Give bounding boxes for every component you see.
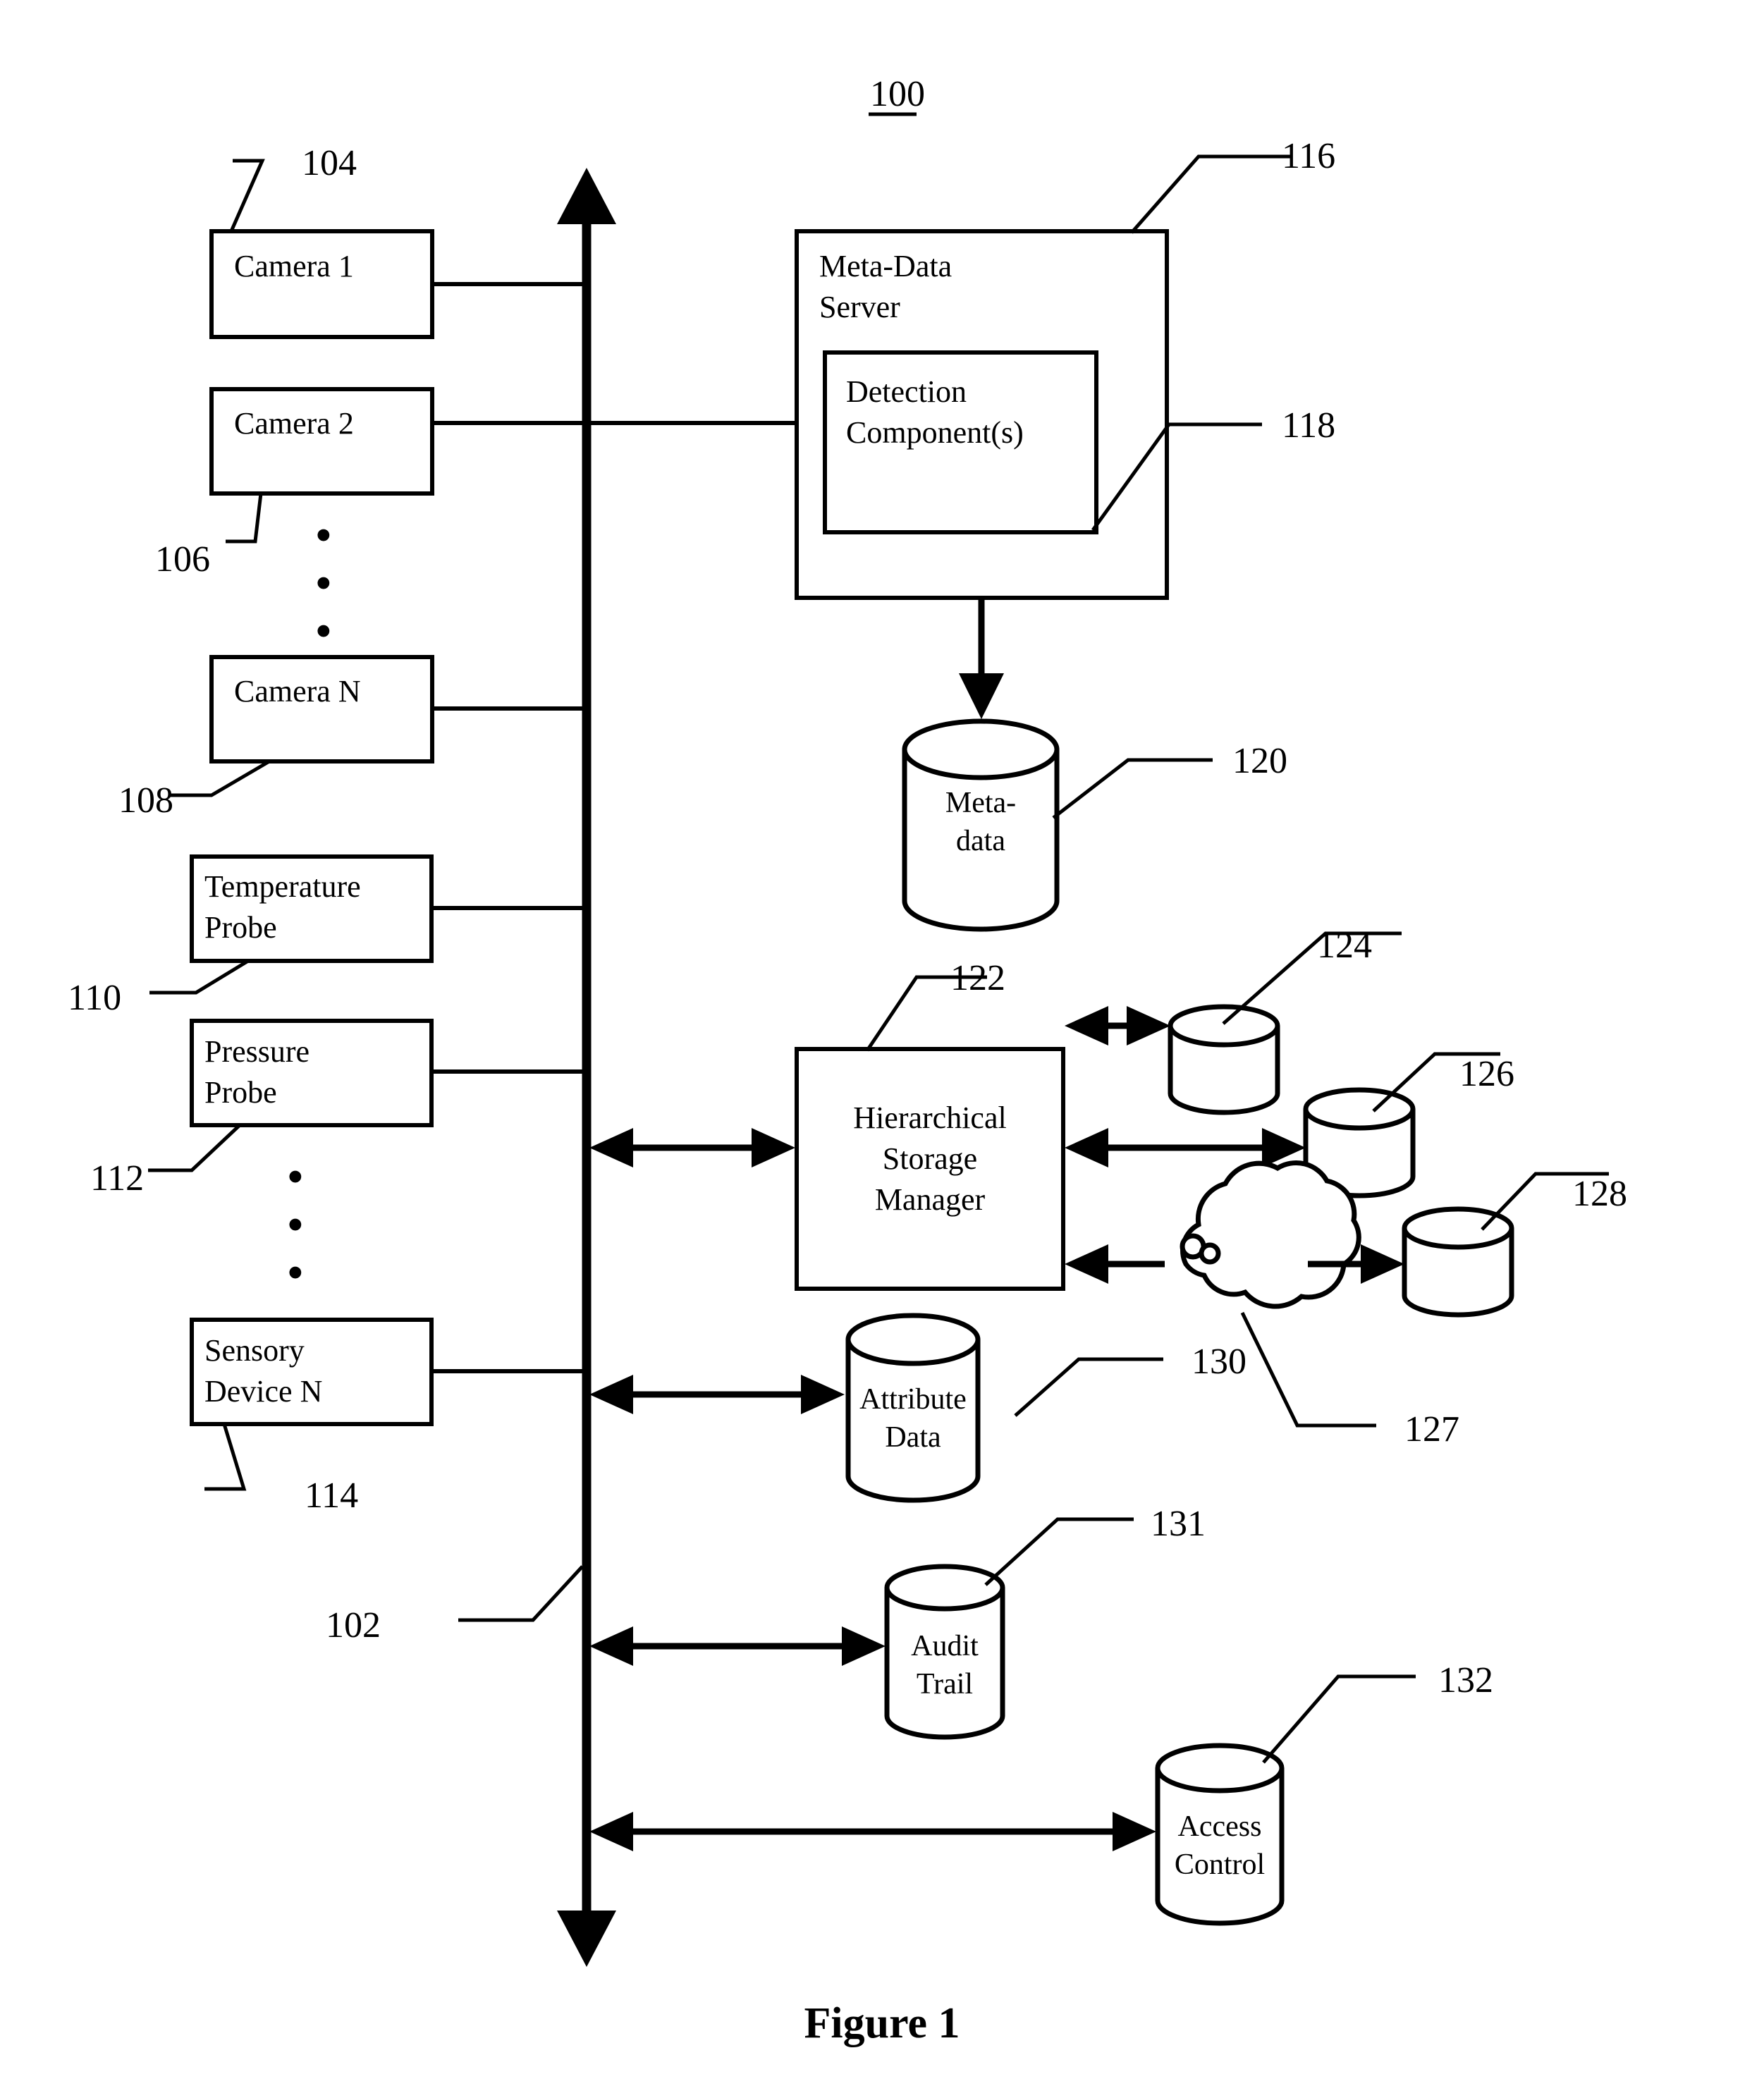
cylinder-attribute-data[interactable]: 130 Attribute Data: [845, 1313, 1247, 1503]
ref-numeral-122: 122: [950, 958, 1005, 998]
cylinder-label-audit-line2: Trail: [917, 1668, 973, 1700]
meta-data-server-box[interactable]: 116 Meta-Data Server 118 Detection Compo…: [587, 136, 1335, 600]
bus-to-audit-arrow: [589, 1626, 886, 1666]
ref-numeral-127: 127: [1404, 1409, 1459, 1449]
ref-numeral-130: 130: [1192, 1342, 1247, 1382]
cylinder-label-access-line2: Control: [1175, 1848, 1265, 1881]
cylinder-label-audit-line1: Audit: [911, 1630, 979, 1662]
hierarchical-storage-manager-box[interactable]: 122 Hierarchical Storage Manager: [795, 958, 1065, 1291]
hsm-label-line1: Hierarchical: [853, 1100, 1006, 1135]
ref-numeral-108: 108: [118, 780, 173, 821]
ellipsis-dot-5: •: [288, 1201, 303, 1249]
device-label-cameraN: Camera N: [234, 674, 361, 709]
ref-numeral-110: 110: [68, 978, 121, 1018]
ellipsis-dot-1: •: [316, 512, 331, 560]
device-box-camera1[interactable]: 104 Camera 1: [209, 143, 587, 339]
device-label-sensory-device-n-line1: Sensory: [204, 1333, 305, 1368]
ref-numeral-106: 106: [155, 539, 210, 580]
ref-numeral-128: 128: [1572, 1174, 1627, 1214]
ref-numeral-120: 120: [1232, 741, 1287, 781]
device-box-camera2[interactable]: 106 Camera 2: [155, 387, 587, 580]
bus-to-attribute-arrow: [589, 1375, 845, 1414]
cylinder-label-attribute-line1: Attribute: [859, 1383, 967, 1416]
ref-numeral-118: 118: [1282, 405, 1335, 446]
probe-ellipsis: • • •: [288, 1153, 303, 1297]
device-box-temperature-probe[interactable]: 110 Temperature Probe: [68, 854, 587, 1018]
bus-top-arrowhead: [557, 168, 616, 224]
hsm-to-cloud-arrow: [1065, 1244, 1165, 1284]
system-number-100: 100: [869, 74, 925, 116]
ref-numeral-132: 132: [1438, 1660, 1493, 1700]
device-label-camera1: Camera 1: [234, 249, 354, 283]
device-label-temperature-probe-line2: Probe: [204, 910, 277, 945]
system-number-label: 100: [870, 74, 925, 114]
device-label-pressure-probe-line1: Pressure: [204, 1034, 310, 1069]
ref-numeral-124: 124: [1317, 926, 1372, 966]
cylinder-label-access-line1: Access: [1178, 1810, 1262, 1843]
device-box-pressure-probe[interactable]: 112 Pressure Probe: [90, 1019, 587, 1198]
device-label-pressure-probe-line2: Probe: [204, 1075, 277, 1110]
bus-reference-lead: 102: [326, 1565, 584, 1645]
hsm-to-tier2-arrow: [1065, 1128, 1306, 1167]
cylinder-label-metadata-line2: data: [956, 825, 1005, 857]
cylinder-tier3[interactable]: 128: [1402, 1172, 1627, 1318]
patent-figure-page: 104 Camera 1 106 Camera 2 • • • 108 Came…: [0, 0, 1764, 2091]
ref-numeral-112: 112: [90, 1158, 144, 1198]
detection-component-label-line2: Component(s): [846, 415, 1024, 450]
cylinder-tier1[interactable]: 124: [1168, 926, 1402, 1115]
ellipsis-dot-2: •: [316, 560, 331, 608]
meta-data-server-label-line2: Server: [819, 290, 900, 324]
ellipsis-dot-6: •: [288, 1249, 303, 1297]
bus-bottom-arrowhead: [557, 1911, 616, 1967]
device-label-camera2: Camera 2: [234, 406, 354, 441]
cylinder-label-metadata-line1: Meta-: [945, 787, 1016, 819]
system-bus: [557, 168, 616, 1967]
cylinder-label-attribute-line2: Data: [885, 1421, 941, 1454]
ref-numeral-114: 114: [305, 1476, 358, 1516]
ellipsis-dot-3: •: [316, 608, 331, 656]
detection-component-label-line1: Detection: [846, 374, 967, 409]
server-to-metadata-arrow: [959, 598, 1004, 719]
device-label-sensory-device-n-line2: Device N: [204, 1374, 322, 1409]
ellipsis-dot-4: •: [288, 1153, 303, 1201]
hsm-label-line2: Storage: [883, 1141, 977, 1176]
cylinder-access-control[interactable]: 132 Access Control: [1155, 1660, 1493, 1926]
cylinder-audit-trail[interactable]: 131 Audit Trail: [884, 1504, 1206, 1740]
figure-1-diagram: 104 Camera 1 106 Camera 2 • • • 108 Came…: [68, 74, 1627, 2047]
bus-to-access-arrow: [589, 1812, 1156, 1851]
ref-numeral-102: 102: [326, 1605, 381, 1645]
hsm-to-tier1-arrow: [1065, 1006, 1170, 1046]
ref-numeral-116: 116: [1282, 136, 1335, 176]
camera-ellipsis: • • •: [316, 512, 331, 656]
device-label-temperature-probe-line1: Temperature: [204, 869, 361, 904]
hsm-label-line3: Manager: [875, 1182, 986, 1217]
ref-numeral-104: 104: [302, 143, 357, 183]
meta-data-server-label-line1: Meta-Data: [819, 249, 952, 283]
device-box-sensory-device-n[interactable]: 114 Sensory Device N: [190, 1318, 587, 1516]
device-box-cameraN[interactable]: 108 Camera N: [118, 655, 587, 821]
ref-numeral-131: 131: [1151, 1504, 1206, 1544]
bus-to-hsm-arrow: [589, 1128, 795, 1167]
ref-numeral-126: 126: [1459, 1054, 1514, 1094]
figure-caption: Figure 1: [804, 1999, 960, 2047]
cylinder-metadata[interactable]: 120 Meta- data: [902, 718, 1287, 932]
cylinder-tier2[interactable]: 126: [1303, 1052, 1514, 1198]
